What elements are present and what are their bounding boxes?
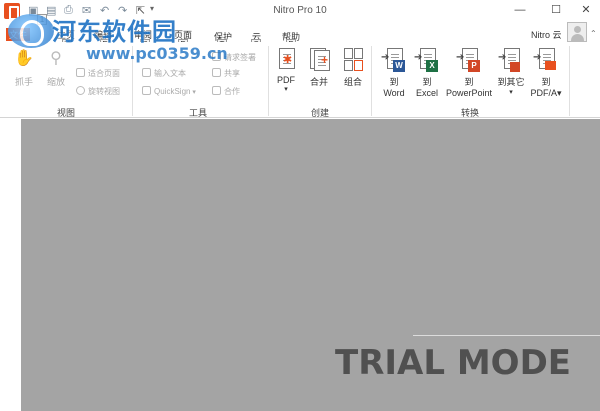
assemble-button[interactable]: 组合 [339,48,367,88]
zoom-button[interactable]: ⚲ 缩放 [42,48,70,88]
pdfa-icon: ➔ [533,48,557,72]
fit-page-label: 适合页面 [88,69,120,78]
rotate-view-button[interactable]: 旋转视图 [76,86,120,97]
to-powerpoint-line1: 到 [464,77,474,87]
left-panel-strip [0,119,21,411]
group-label-tools: 工具 [188,108,207,118]
group-label-view: 视图 [56,108,75,118]
account-label[interactable]: Nitro 云 [531,28,562,41]
maximize-button[interactable]: ☐ [544,2,568,18]
hand-icon: ✋ [14,50,34,67]
pen-icon [142,86,151,95]
fit-page-icon [76,68,85,77]
word-icon: ➔ W [381,48,405,72]
group-divider [569,46,570,116]
assemble-label: 组合 [343,77,362,87]
avatar[interactable] [567,22,587,42]
create-pdf-dropdown-icon[interactable]: ▾ [272,85,300,93]
collaborate-label: 合作 [224,87,240,96]
to-excel-line2: Excel [415,88,438,98]
rotate-icon [76,86,85,95]
excel-icon: ➔ X [414,48,438,72]
to-excel-button[interactable]: ➔ X 到 Excel [411,48,443,98]
to-excel-line1: 到 [422,77,432,87]
trial-divider [413,335,600,336]
to-word-button[interactable]: ➔ W 到 Word [378,48,410,98]
group-divider [268,46,269,116]
group-divider [371,46,372,116]
to-other-label: 到其它 [497,77,525,87]
type-text-button[interactable]: 输入文本 [142,68,186,79]
zoom-label: 缩放 [46,77,65,87]
powerpoint-icon: ➔ P [456,48,480,72]
collaborate-icon [212,86,221,95]
zoom-icon: ⚲ [50,50,62,67]
combine-label: 合并 [309,77,328,87]
chevron-up-icon[interactable]: ⌃ [590,29,597,38]
create-pdf-label: PDF [277,75,295,85]
hand-tool-button[interactable]: ✋ 抓手 [10,48,38,88]
group-label-convert: 转换 [460,108,479,118]
to-word-line2: Word [383,88,405,98]
to-pdfa-line2: PDF/A▾ [530,88,562,98]
share-icon [212,68,221,77]
to-word-line1: 到 [389,77,399,87]
watermark-url: www.pc0359.cn [86,44,228,63]
fit-page-button[interactable]: 适合页面 [76,68,120,79]
type-text-label: 输入文本 [154,69,186,78]
group-label-create: 创建 [310,108,329,118]
assemble-icon [342,48,364,72]
watermark-title: 河东软件园 [52,18,177,46]
rotate-view-label: 旋转视图 [88,87,120,96]
to-other-button[interactable]: ➔ 到其它 ▾ [496,48,526,96]
watermark-logo [8,14,54,48]
to-powerpoint-button[interactable]: ➔ P 到 PowerPoint [443,48,495,98]
hand-tool-label: 抓手 [14,77,33,87]
share-button[interactable]: 共享 [212,68,240,79]
combine-button[interactable]: + 合并 [305,48,333,88]
minimize-button[interactable]: — [508,2,532,18]
quicksign-button[interactable]: QuickSign ▾ [142,86,196,96]
other-format-icon: ➔ [498,48,522,72]
create-pdf-button[interactable]: ✱ PDF ▾ [272,48,300,93]
quicksign-label: QuickSign [154,87,191,96]
pdf-create-icon: ✱ [275,48,297,72]
to-powerpoint-line2: PowerPoint [445,88,493,98]
collaborate-button[interactable]: 合作 [212,86,240,97]
share-label: 共享 [224,69,240,78]
document-canvas[interactable]: TRIAL MODE [21,119,600,411]
request-signature-label: 请求签署 [224,53,256,62]
to-other-dropdown-icon[interactable]: ▾ [496,88,526,96]
text-cursor-icon [142,68,151,77]
quicksign-dropdown-icon[interactable]: ▾ [190,89,196,96]
trial-mode-watermark: TRIAL MODE [335,343,572,383]
combine-icon: + [308,48,330,72]
to-pdfa-button[interactable]: ➔ 到 PDF/A▾ [527,48,565,99]
to-pdfa-line1: 到 [541,77,551,87]
close-button[interactable]: ✕ [574,2,598,18]
